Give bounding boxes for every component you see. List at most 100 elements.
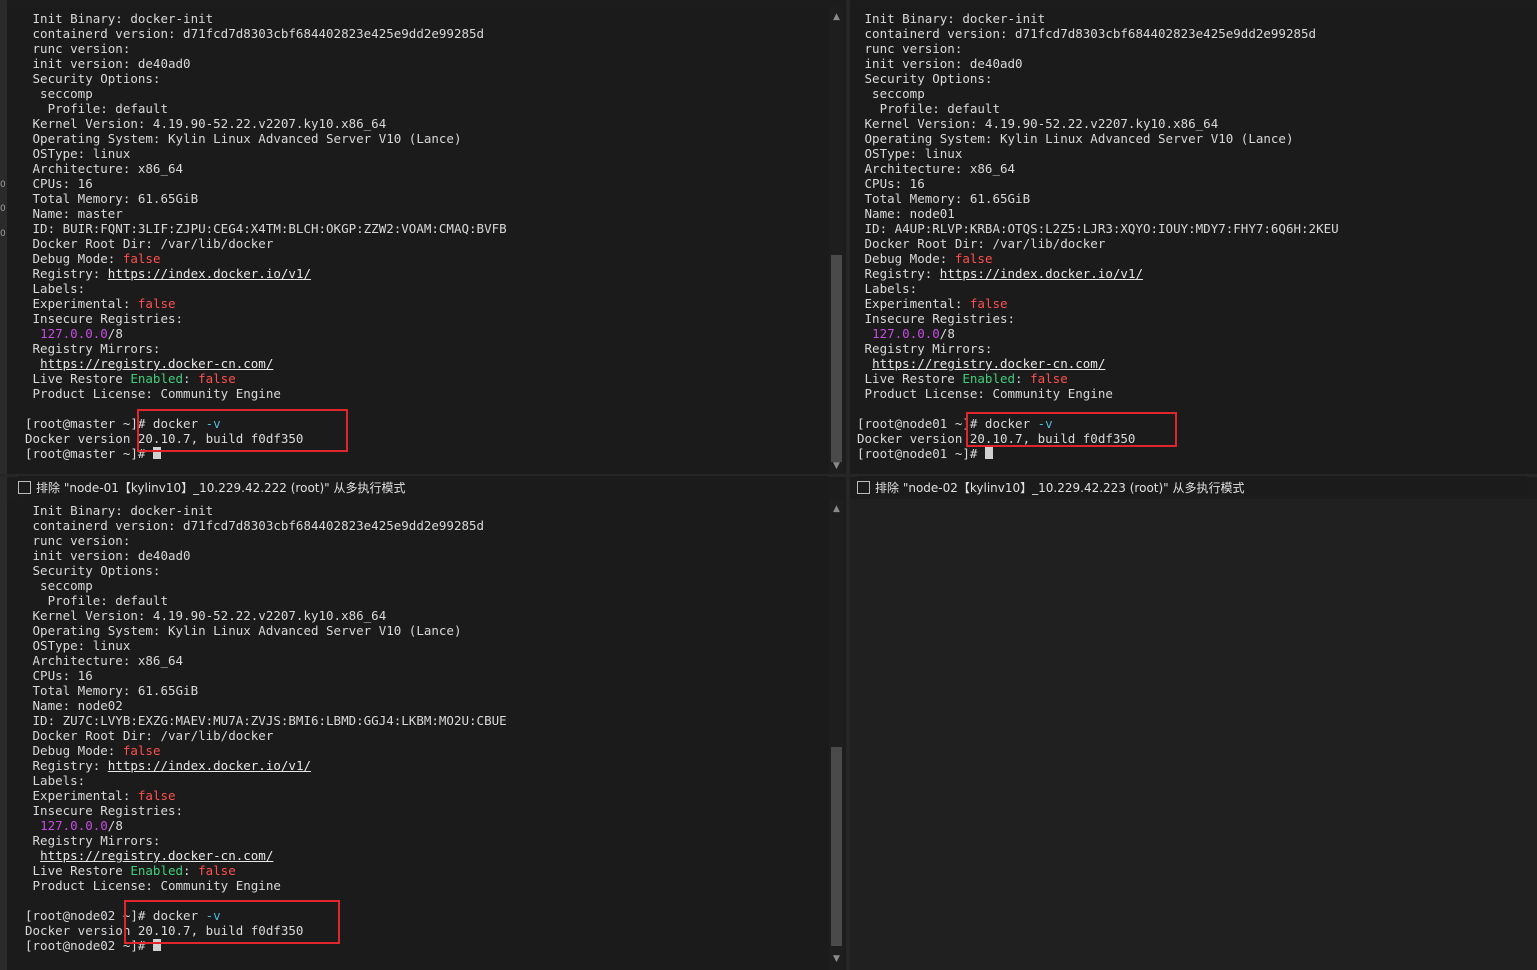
- terminal-text: Init Binary: docker-init: [25, 11, 214, 26]
- terminal-text: Labels:: [25, 281, 86, 296]
- terminal-line: Init Binary: docker-init: [25, 11, 507, 26]
- terminal-pane-node01[interactable]: Init Binary: docker-init containerd vers…: [850, 7, 1537, 474]
- terminal-line: Insecure Registries:: [857, 311, 1339, 326]
- terminal-text: Profile: default: [857, 101, 1000, 116]
- terminal-text: Labels:: [857, 281, 918, 296]
- terminal-text: Registry Mirrors:: [857, 341, 993, 356]
- terminal-line: Name: node02: [25, 698, 507, 713]
- terminal-text: Total Memory: 61.65GiB: [25, 191, 199, 206]
- terminal-line: Total Memory: 61.65GiB: [25, 683, 507, 698]
- terminal-link[interactable]: https://registry.docker-cn.com/: [872, 356, 1105, 371]
- terminal-line: Live Restore Enabled: false: [25, 863, 507, 878]
- terminal-text: Registry:: [25, 266, 108, 281]
- terminal-line: Architecture: x86_64: [25, 161, 507, 176]
- terminal-text: Insecure Registries:: [25, 311, 184, 326]
- terminal-line: OSType: linux: [857, 146, 1339, 161]
- terminal-line: Registry Mirrors:: [857, 341, 1339, 356]
- terminal-text: Init Binary: docker-init: [857, 11, 1046, 26]
- terminal-line: Profile: default: [25, 593, 507, 608]
- terminal-line: CPUs: 16: [25, 668, 507, 683]
- terminal-line: Debug Mode: false: [857, 251, 1339, 266]
- terminal-text: Security Options:: [857, 71, 993, 86]
- terminal-output: Init Binary: docker-init containerd vers…: [7, 499, 507, 953]
- terminal-link[interactable]: https://index.docker.io/v1/: [940, 266, 1143, 281]
- terminal-text: 127.0.0.0: [40, 818, 108, 833]
- terminal-link[interactable]: https://registry.docker-cn.com/: [40, 848, 273, 863]
- terminal-text: ID: ZU7C:LVYB:EXZG:MAEV:MU7A:ZVJS:BMI6:L…: [25, 713, 507, 728]
- terminal-line: ID: A4UP:RLVP:KRBA:OTQS:L2Z5:LJR3:XQYO:I…: [857, 221, 1339, 236]
- terminal-text: Security Options:: [25, 563, 161, 578]
- terminal-text: Registry Mirrors:: [25, 833, 161, 848]
- terminal-line: containerd version: d71fcd7d8303cbf68440…: [25, 518, 507, 533]
- scroll-thumb[interactable]: [831, 255, 842, 462]
- terminal-line: OSType: linux: [25, 638, 507, 653]
- terminal-text: Experimental:: [25, 788, 138, 803]
- terminal-text: false: [137, 296, 176, 311]
- terminal-link[interactable]: https://index.docker.io/v1/: [108, 758, 311, 773]
- terminal-line: Architecture: x86_64: [25, 653, 507, 668]
- terminal-line: CPUs: 16: [857, 176, 1339, 191]
- terminal-text: Docker Root Dir: /var/lib/docker: [25, 236, 274, 251]
- terminal-text: Total Memory: 61.65GiB: [857, 191, 1031, 206]
- edge-digit: 0: [0, 229, 6, 239]
- terminal-line: Experimental: false: [25, 788, 507, 803]
- terminal-line: Profile: default: [857, 101, 1339, 116]
- scroll-up-icon[interactable]: ▲: [829, 503, 844, 515]
- terminal-line: Registry: https://index.docker.io/v1/: [857, 266, 1339, 281]
- terminal-line: https://registry.docker-cn.com/: [25, 356, 507, 371]
- terminal-text: Experimental:: [25, 296, 138, 311]
- terminal-text: Architecture: x86_64: [857, 161, 1016, 176]
- terminal-line: Debug Mode: false: [25, 743, 507, 758]
- terminal-text: Registry:: [25, 758, 108, 773]
- terminal-text: :: [183, 371, 199, 386]
- terminal-line: Product License: Community Engine: [857, 386, 1339, 401]
- terminal-line: 127.0.0.0/8: [25, 326, 507, 341]
- terminal-link[interactable]: https://registry.docker-cn.com/: [40, 356, 273, 371]
- terminal-line: Operating System: Kylin Linux Advanced S…: [25, 623, 507, 638]
- terminal-line: Total Memory: 61.65GiB: [857, 191, 1339, 206]
- terminal-line: Registry: https://index.docker.io/v1/: [25, 758, 507, 773]
- terminal-line: Docker Root Dir: /var/lib/docker: [25, 728, 507, 743]
- terminal-line: seccomp: [857, 86, 1339, 101]
- terminal-text: Live Restore: [857, 371, 963, 386]
- terminal-line: seccomp: [25, 578, 507, 593]
- terminal-line: Total Memory: 61.65GiB: [25, 191, 507, 206]
- highlight-box-node02: [124, 900, 340, 944]
- left-edge-strip: 0 0 0: [0, 0, 7, 970]
- scrollbar-master[interactable]: ▲ ▼: [829, 7, 844, 474]
- terminal-link[interactable]: https://index.docker.io/v1/: [108, 266, 311, 281]
- exclude-checkbox[interactable]: [857, 480, 870, 494]
- scroll-thumb[interactable]: [831, 747, 842, 946]
- terminal-text: Docker Root Dir: /var/lib/docker: [25, 728, 274, 743]
- scrollbar-node02[interactable]: ▲ ▼: [829, 499, 844, 970]
- terminal-line: ID: BUIR:FQNT:3LIF:ZJPU:CEG4:X4TM:BLCH:O…: [25, 221, 507, 236]
- terminal-text: OSType: linux: [25, 146, 131, 161]
- terminal-text: /8: [939, 326, 955, 341]
- terminal-line: CPUs: 16: [25, 176, 507, 191]
- terminal-line: https://registry.docker-cn.com/: [25, 848, 507, 863]
- terminal-text: Kernel Version: 4.19.90-52.22.v2207.ky10…: [25, 608, 387, 623]
- terminal-pane-empty[interactable]: [850, 499, 1537, 970]
- terminal-line: Experimental: false: [857, 296, 1339, 311]
- terminal-line: Labels:: [25, 773, 507, 788]
- terminal-text: init version: de40ad0: [25, 56, 191, 71]
- terminal-text: runc version:: [25, 41, 131, 56]
- terminal-text: Kernel Version: 4.19.90-52.22.v2207.ky10…: [25, 116, 387, 131]
- exclude-checkbox[interactable]: [18, 480, 31, 494]
- terminal-text: init version: de40ad0: [25, 548, 191, 563]
- scroll-down-icon[interactable]: ▼: [829, 460, 844, 472]
- exclude-label: 排除 "node-01【kylinv10】_10.229.42.222 (roo…: [36, 480, 406, 495]
- exclude-bar-node01[interactable]: 排除 "node-01【kylinv10】_10.229.42.222 (roo…: [18, 476, 828, 498]
- terminal-text: Profile: default: [25, 593, 168, 608]
- scroll-up-icon[interactable]: ▲: [829, 11, 844, 23]
- exclude-bar-node02[interactable]: 排除 "node-02【kylinv10】_10.229.42.223 (roo…: [857, 476, 1527, 498]
- terminal-text: Architecture: x86_64: [25, 161, 184, 176]
- scroll-down-icon[interactable]: ▼: [829, 953, 844, 965]
- terminal-text: /8: [107, 326, 123, 341]
- terminal-text: Enabled: [130, 371, 184, 386]
- terminal-line: ID: ZU7C:LVYB:EXZG:MAEV:MU7A:ZVJS:BMI6:L…: [25, 713, 507, 728]
- highlight-box-node01: [966, 412, 1177, 447]
- terminal-pane-master[interactable]: Init Binary: docker-init containerd vers…: [7, 7, 829, 474]
